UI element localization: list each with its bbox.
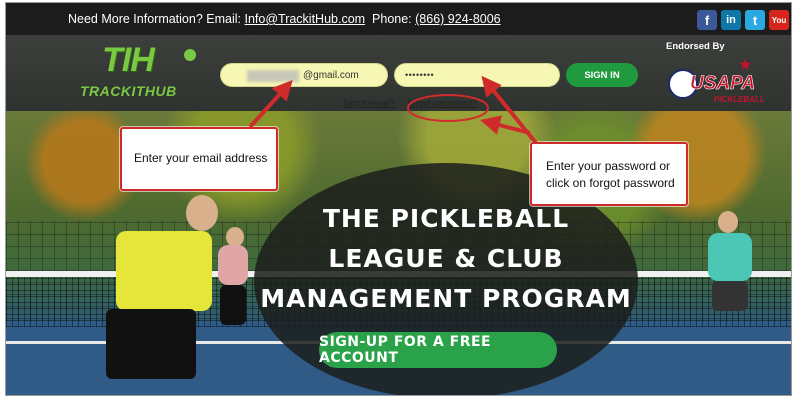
endorsed-by-label: Endorsed By bbox=[666, 41, 725, 52]
trackithub-logo[interactable]: TIH TRACKITHUB bbox=[72, 41, 212, 105]
email-callout-text: Enter your email address bbox=[134, 151, 268, 165]
social-links: f in t You bbox=[697, 10, 789, 30]
email-value: @gmail.com bbox=[303, 70, 359, 81]
hero-title-line-3: MANAGEMENT PROGRAM bbox=[260, 284, 632, 313]
hero-title-line-2: LEAGUE & CLUB bbox=[328, 244, 564, 273]
sign-in-button[interactable]: SIGN IN bbox=[566, 63, 638, 87]
linkedin-icon[interactable]: in bbox=[721, 10, 741, 30]
facebook-icon[interactable]: f bbox=[697, 10, 717, 30]
email-callout: Enter your email address bbox=[120, 127, 278, 191]
forgot-password-link[interactable]: forgot password? bbox=[408, 98, 477, 108]
endorsement-block: Endorsed By ★ USAPA PICKLEBALL bbox=[658, 41, 786, 109]
hero-title: THE PICKLEBALL LEAGUE & CLUB MANAGEMENT … bbox=[254, 199, 638, 319]
password-callout: Enter your password or click on forgot p… bbox=[530, 142, 688, 206]
forgot-email-link[interactable]: forgot email? bbox=[343, 98, 395, 108]
signup-button[interactable]: SIGN-UP FOR A FREE ACCOUNT bbox=[319, 332, 557, 368]
logo-wordmark: TRACKITHUB bbox=[80, 83, 177, 99]
contact-email-link[interactable]: Info@TrackitHub.com bbox=[244, 12, 365, 26]
contact-info: Need More Information? Email: Info@Track… bbox=[68, 12, 501, 26]
star-icon: ★ bbox=[738, 57, 753, 74]
page-frame: Need More Information? Email: Info@Track… bbox=[5, 2, 792, 396]
twitter-icon[interactable]: t bbox=[745, 10, 765, 30]
info-bar: Need More Information? Email: Info@Track… bbox=[6, 3, 791, 35]
pickleball-icon bbox=[184, 49, 196, 61]
email-input[interactable]: @gmail.com bbox=[220, 63, 388, 87]
contact-prefix: Need More Information? Email: bbox=[68, 12, 241, 26]
phone-label: Phone: bbox=[372, 12, 412, 26]
youtube-icon[interactable]: You bbox=[769, 10, 789, 30]
password-value: •••••••• bbox=[405, 70, 435, 80]
contact-phone-link[interactable]: (866) 924-8006 bbox=[415, 12, 500, 26]
logo-mark: TIH bbox=[102, 41, 155, 79]
player-right bbox=[696, 205, 766, 375]
redacted-email-user bbox=[247, 70, 299, 82]
usapa-subtitle: PICKLEBALL bbox=[714, 95, 765, 104]
header: TIH TRACKITHUB @gmail.com •••••••• SIGN … bbox=[6, 35, 791, 111]
password-callout-line-1: Enter your password or bbox=[546, 159, 671, 173]
password-callout-line-2: click on forgot password bbox=[546, 176, 675, 190]
usapa-wordmark: USAPA bbox=[690, 73, 756, 95]
usapa-logo[interactable]: ★ USAPA PICKLEBALL bbox=[666, 55, 778, 107]
password-input[interactable]: •••••••• bbox=[394, 63, 560, 87]
